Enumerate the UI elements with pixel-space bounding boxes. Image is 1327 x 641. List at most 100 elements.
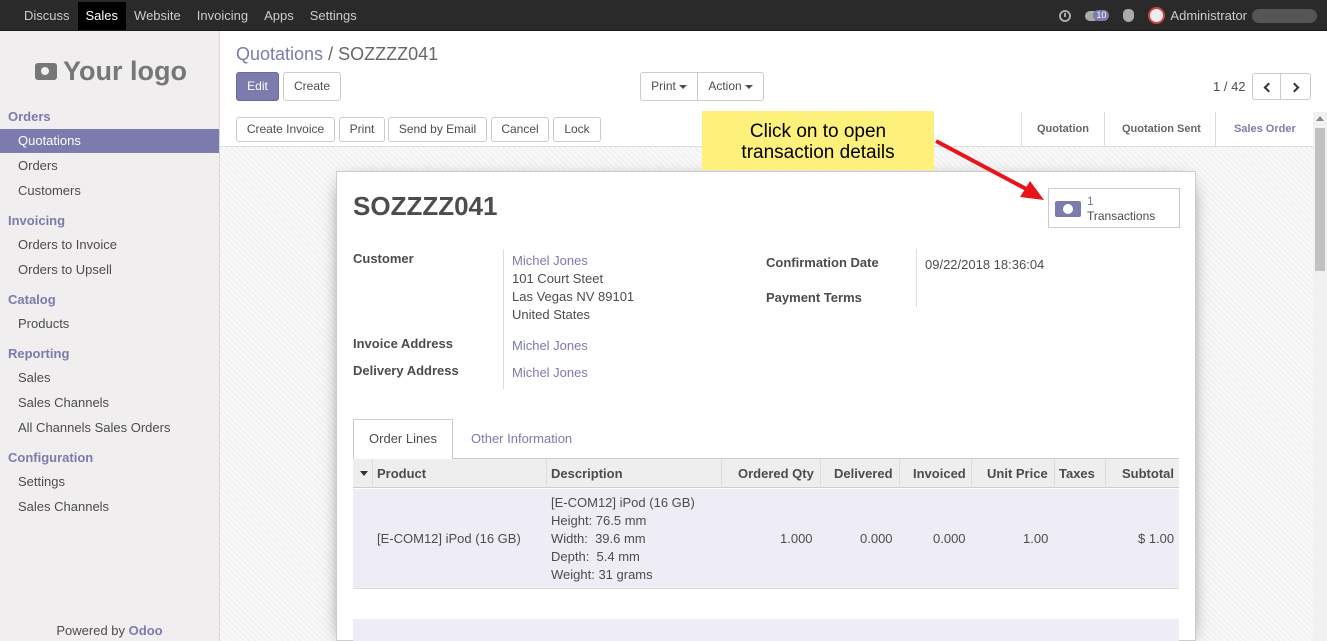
statusbar-divider xyxy=(1215,112,1216,147)
row-description-line: Width: 39.6 mm xyxy=(551,531,646,546)
customer-address-line1: 101 Court Steet xyxy=(512,271,604,286)
delivery-address-link[interactable]: Michel Jones xyxy=(512,365,588,380)
transactions-count: 1 xyxy=(1087,194,1094,208)
tab-order-lines[interactable]: Order Lines xyxy=(353,419,453,459)
print-dropdown[interactable]: Print xyxy=(640,72,698,101)
menu-apps[interactable]: Apps xyxy=(256,2,302,30)
powered-by: Powered by Odoo xyxy=(0,623,219,638)
menu-website[interactable]: Website xyxy=(126,2,189,30)
sidebar-item-sales-channels[interactable]: Sales Channels xyxy=(0,391,219,415)
column-divider xyxy=(820,459,821,488)
row-description-line: Weight: 31 grams xyxy=(551,567,653,582)
user-menu[interactable]: Administrator xyxy=(1148,7,1317,24)
send-by-email-button[interactable]: Send by Email xyxy=(388,117,487,142)
sidebar-section-configuration: Configuration xyxy=(8,450,94,465)
transactions-smart-button[interactable]: 1 Transactions xyxy=(1048,188,1180,228)
blurred-db-name xyxy=(1252,8,1317,23)
row-product[interactable]: [E-COM12] iPod (16 GB) xyxy=(377,531,521,546)
customer-label: Customer xyxy=(353,251,414,266)
edit-button[interactable]: Edit xyxy=(236,72,279,101)
create-button[interactable]: Create xyxy=(283,72,341,101)
debug-bug-icon[interactable] xyxy=(1123,9,1135,22)
chevron-right-icon xyxy=(1289,82,1299,93)
column-product[interactable]: Product xyxy=(377,466,426,481)
row-ordered-qty: 1.000 xyxy=(780,531,813,546)
statusbar-divider xyxy=(1104,112,1105,147)
sidebar-item-sales[interactable]: Sales xyxy=(0,366,219,390)
sidebar-item-orders[interactable]: Orders xyxy=(0,154,219,178)
sidebar-section-invoicing: Invoicing xyxy=(8,213,66,228)
column-unit-price[interactable]: Unit Price xyxy=(987,466,1048,481)
tab-other-information[interactable]: Other Information xyxy=(471,431,572,446)
top-navbar: Discuss Sales Website Invoicing Apps Set… xyxy=(0,0,1327,31)
messaging-menu[interactable]: 10 xyxy=(1085,10,1110,21)
callout-line-1: Click on to open xyxy=(749,121,887,142)
confirmation-date-value: 09/22/2018 18:36:04 xyxy=(925,257,1045,272)
scrollbar-thumb[interactable] xyxy=(1315,128,1325,271)
sidebar-item-customers[interactable]: Customers xyxy=(0,179,219,203)
pager-next-button[interactable] xyxy=(1280,73,1311,100)
column-invoiced[interactable]: Invoiced xyxy=(913,466,966,481)
callout-annotation: Click on to open transaction details xyxy=(702,111,934,170)
column-divider xyxy=(1054,459,1055,488)
systray: 10 Administrator xyxy=(1059,0,1317,31)
menu-sales[interactable]: Sales xyxy=(77,1,127,30)
customer-address-line2: Las Vegas NV 89101 xyxy=(512,289,635,304)
invoice-address-label: Invoice Address xyxy=(353,336,453,351)
customer-link[interactable]: Michel Jones xyxy=(512,253,588,268)
create-invoice-button[interactable]: Create Invoice xyxy=(236,117,335,142)
column-divider xyxy=(971,459,972,488)
breadcrumb: Quotations / SOZZZZ041 xyxy=(236,44,438,65)
camera-icon xyxy=(35,62,57,80)
action-dropdown-label: Action xyxy=(708,79,742,93)
menu-settings[interactable]: Settings xyxy=(302,2,365,30)
sort-caret-icon[interactable] xyxy=(360,471,368,476)
sidebar-item-quotations[interactable]: Quotations xyxy=(0,129,219,153)
stage-quotation-sent[interactable]: Quotation Sent xyxy=(1122,123,1201,135)
sidebar-item-all-channels-sales-orders[interactable]: All Channels Sales Orders xyxy=(0,416,219,440)
transactions-label: Transactions xyxy=(1087,209,1156,223)
company-logo[interactable]: Your logo xyxy=(22,43,200,99)
column-divider xyxy=(546,459,547,488)
column-divider xyxy=(1105,459,1106,488)
sidebar-item-orders-to-invoice[interactable]: Orders to Invoice xyxy=(0,233,219,257)
action-dropdown[interactable]: Action xyxy=(697,72,764,101)
pager-value[interactable]: 1 / 42 xyxy=(1213,79,1246,94)
menu-discuss[interactable]: Discuss xyxy=(16,2,78,30)
print-button[interactable]: Print xyxy=(339,117,385,142)
row-delivered: 0.000 xyxy=(860,531,893,546)
column-delivered[interactable]: Delivered xyxy=(834,466,893,481)
pager-previous-button[interactable] xyxy=(1252,73,1281,100)
column-divider xyxy=(372,459,373,488)
chevron-left-icon xyxy=(1263,82,1273,93)
user-name: Administrator xyxy=(1170,8,1247,23)
money-icon xyxy=(1055,201,1081,217)
row-unit-price: 1.00 xyxy=(1023,531,1049,546)
avatar xyxy=(1148,7,1166,24)
menu-invoicing[interactable]: Invoicing xyxy=(189,2,256,30)
column-description[interactable]: Description xyxy=(551,466,623,481)
caret-down-icon xyxy=(744,84,753,89)
lock-button[interactable]: Lock xyxy=(553,117,601,142)
sidebar-item-orders-to-upsell[interactable]: Orders to Upsell xyxy=(0,258,219,282)
sidebar-item-config-sales-channels[interactable]: Sales Channels xyxy=(0,495,219,519)
sidebar-item-settings[interactable]: Settings xyxy=(0,470,219,494)
breadcrumb-quotations[interactable]: Quotations xyxy=(236,44,323,64)
invoice-address-link[interactable]: Michel Jones xyxy=(512,338,588,353)
row-subtotal: $ 1.00 xyxy=(1138,531,1175,546)
stage-quotation[interactable]: Quotation xyxy=(1037,123,1089,135)
scroll-up-icon[interactable] xyxy=(1316,116,1324,121)
activity-clock-icon[interactable] xyxy=(1059,9,1072,22)
cancel-button[interactable]: Cancel xyxy=(491,117,549,142)
caret-down-icon xyxy=(678,84,687,89)
column-ordered-qty[interactable]: Ordered Qty xyxy=(738,466,814,481)
column-taxes[interactable]: Taxes xyxy=(1059,466,1095,481)
row-description-line: Height: 76.5 mm xyxy=(551,513,647,528)
column-divider xyxy=(899,459,900,488)
row-description-line: Depth: 5.4 mm xyxy=(551,549,640,564)
payment-terms-label: Payment Terms xyxy=(766,290,862,305)
odoo-link[interactable]: Odoo xyxy=(129,623,163,638)
column-subtotal[interactable]: Subtotal xyxy=(1122,466,1174,481)
stage-sales-order[interactable]: Sales Order xyxy=(1234,123,1296,135)
sidebar-item-products[interactable]: Products xyxy=(0,312,219,336)
